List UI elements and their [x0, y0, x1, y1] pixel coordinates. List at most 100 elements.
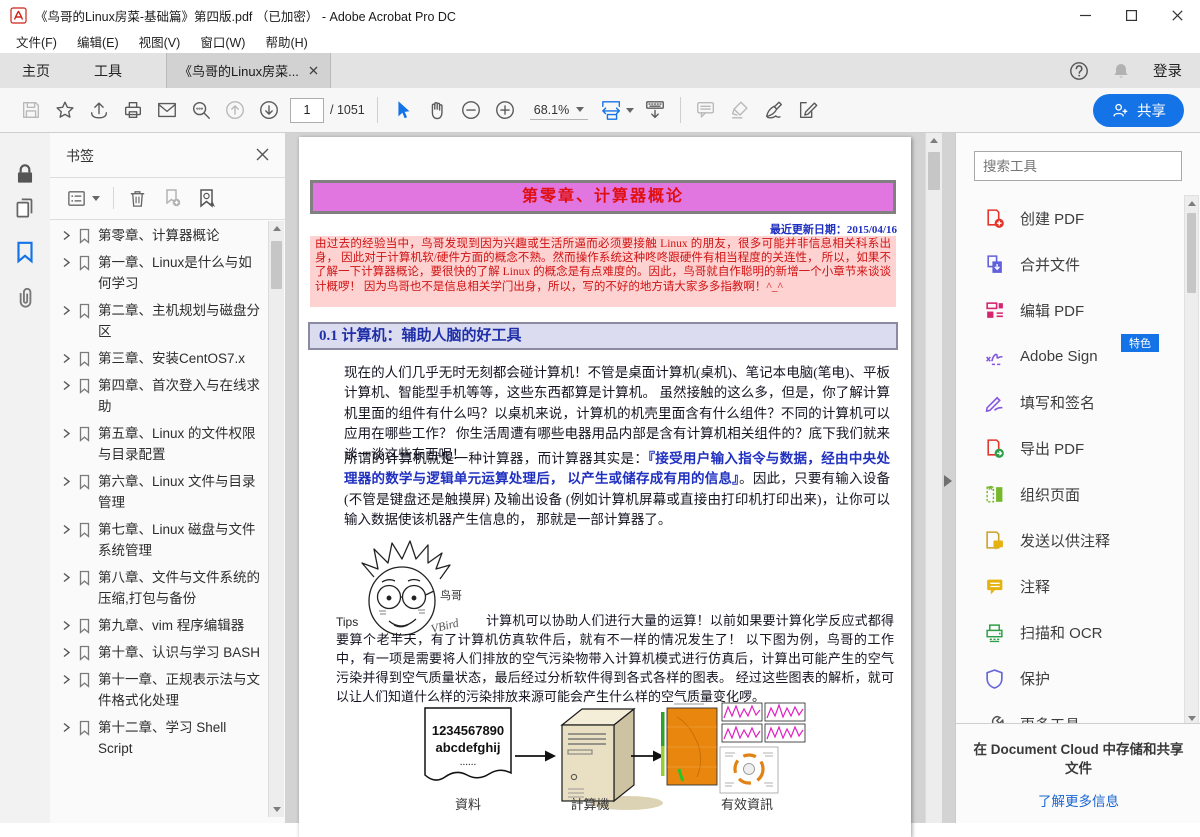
maximize-button[interactable]: [1108, 0, 1154, 30]
comment-tool-button[interactable]: [689, 93, 723, 127]
sign-in-button[interactable]: 登录: [1153, 60, 1182, 81]
print-button[interactable]: [116, 93, 150, 127]
chevron-right-icon[interactable]: [62, 674, 71, 685]
search-button[interactable]: [184, 93, 218, 127]
tool-edit-pdf[interactable]: 编辑 PDF 特色: [956, 287, 1185, 333]
scrollbar-thumb[interactable]: [271, 241, 282, 289]
reading-mode-button[interactable]: [638, 93, 672, 127]
bookmarks-scrollbar[interactable]: [268, 221, 284, 817]
add-bookmark-icon[interactable]: [161, 187, 183, 209]
tool-protect[interactable]: 保护: [956, 655, 1185, 701]
tool-export-pdf[interactable]: 导出 PDF: [956, 425, 1185, 471]
attachments-button[interactable]: [12, 285, 38, 311]
scroll-up-arrow[interactable]: [273, 226, 281, 231]
chevron-right-icon[interactable]: [62, 476, 71, 487]
share-document-button[interactable]: [82, 93, 116, 127]
bookmark-icon: [77, 570, 92, 586]
bookmark-item[interactable]: 第五章、Linux 的文件权限与目录配置: [62, 423, 265, 465]
bookmark-item[interactable]: 第三章、安装CentOS7.x: [62, 348, 265, 369]
chevron-right-icon[interactable]: [62, 380, 71, 391]
menu-window[interactable]: 窗口(W): [190, 32, 255, 51]
bookmark-item[interactable]: 第一章、Linux是什么与如何学习: [62, 252, 265, 294]
sign-tool-button[interactable]: [757, 93, 791, 127]
tool-adobe-sign[interactable]: 特色 Adobe Sign: [956, 333, 1185, 379]
bookmark-item[interactable]: 第九章、vim 程序编辑器: [62, 615, 265, 636]
collapse-tools-panel-arrow[interactable]: [944, 475, 952, 487]
zoom-in-button[interactable]: [488, 93, 522, 127]
share-button[interactable]: 共享: [1093, 94, 1184, 127]
bookmark-item[interactable]: 第四章、首次登入与在线求助: [62, 375, 265, 417]
delete-bookmark-trash-icon[interactable]: [127, 188, 148, 209]
page-thumbnails-button[interactable]: [12, 195, 38, 221]
document-viewport[interactable]: 第零章、计算器概论 最近更新日期：2015/04/16 由过去的经验当中，鸟哥发…: [285, 133, 955, 823]
select-tool-button[interactable]: [386, 93, 420, 127]
favorite-star-button[interactable]: [48, 93, 82, 127]
bookmark-item[interactable]: 第六章、Linux 文件与目录管理: [62, 471, 265, 513]
hand-tool-button[interactable]: [420, 93, 454, 127]
document-scrollbar[interactable]: [925, 133, 942, 823]
chevron-right-icon[interactable]: [62, 230, 71, 241]
tool-create-pdf[interactable]: 创建 PDF: [956, 195, 1185, 241]
help-icon[interactable]: [1069, 61, 1089, 81]
scroll-up-arrow[interactable]: [1188, 201, 1196, 206]
tool-send-for-comments[interactable]: 发送以供注释: [956, 517, 1185, 563]
fill-sign-tool-button[interactable]: [791, 93, 825, 127]
bookmark-item[interactable]: 第十二章、学习 Shell Script: [62, 717, 265, 759]
find-current-bookmark-icon[interactable]: [196, 187, 218, 209]
email-button[interactable]: [150, 93, 184, 127]
menu-help[interactable]: 帮助(H): [255, 32, 317, 51]
tools-scrollbar[interactable]: [1184, 195, 1199, 727]
zoom-out-button[interactable]: [454, 93, 488, 127]
notifications-bell-icon[interactable]: [1111, 61, 1131, 81]
tool-organize-pages[interactable]: 组织页面: [956, 471, 1185, 517]
save-button[interactable]: [14, 93, 48, 127]
fit-width-button[interactable]: [596, 93, 638, 127]
tool-label: 编辑 PDF: [1020, 300, 1084, 321]
tool-fill-sign[interactable]: 填写和签名: [956, 379, 1185, 425]
bookmark-item[interactable]: 第二章、主机规划与磁盘分区: [62, 300, 265, 342]
menu-file[interactable]: 文件(F): [6, 32, 67, 51]
scroll-down-arrow[interactable]: [1188, 716, 1196, 721]
bookmark-item[interactable]: 第零章、计算器概论: [62, 225, 265, 246]
previous-page-button[interactable]: [218, 93, 252, 127]
menu-view[interactable]: 视图(V): [129, 32, 191, 51]
chevron-right-icon[interactable]: [62, 572, 71, 583]
scrollbar-thumb[interactable]: [1187, 213, 1196, 293]
tab-home[interactable]: 主页: [0, 53, 72, 88]
bookmarks-panel-button[interactable]: [12, 239, 38, 265]
minimize-button[interactable]: [1062, 0, 1108, 30]
zoom-level-select[interactable]: 68.1%: [530, 101, 588, 120]
tab-document[interactable]: 《鸟哥的Linux房菜...: [166, 53, 331, 88]
close-panel-icon[interactable]: [256, 148, 269, 161]
menu-edit[interactable]: 编辑(E): [67, 32, 129, 51]
close-button[interactable]: [1154, 0, 1200, 30]
chevron-right-icon[interactable]: [62, 722, 71, 733]
bookmark-item[interactable]: 第八章、文件与文件系统的压缩,打包与备份: [62, 567, 265, 609]
tool-scan-ocr[interactable]: 扫描和 OCR: [956, 609, 1185, 655]
close-tab-icon[interactable]: [309, 66, 318, 75]
search-tools-input[interactable]: [974, 151, 1182, 181]
page-total-label: / 1051: [330, 103, 365, 117]
tool-combine-files[interactable]: 合并文件: [956, 241, 1185, 287]
tool-comment[interactable]: 注释: [956, 563, 1185, 609]
highlight-tool-button[interactable]: [723, 93, 757, 127]
chevron-right-icon[interactable]: [62, 353, 71, 364]
security-settings-button[interactable]: [12, 161, 38, 187]
tab-tools[interactable]: 工具: [72, 53, 144, 88]
bookmark-item[interactable]: 第十一章、正规表示法与文件格式化处理: [62, 669, 265, 711]
chevron-right-icon[interactable]: [62, 257, 71, 268]
chevron-right-icon[interactable]: [62, 647, 71, 658]
bookmark-item[interactable]: 第十章、认识与学习 BASH: [62, 642, 265, 663]
scroll-up-arrow[interactable]: [930, 138, 938, 143]
scroll-down-arrow[interactable]: [273, 807, 281, 812]
bookmark-item[interactable]: 第七章、Linux 磁盘与文件系统管理: [62, 519, 265, 561]
chevron-right-icon[interactable]: [62, 305, 71, 316]
scrollbar-thumb[interactable]: [928, 152, 940, 190]
page-number-input[interactable]: [290, 98, 324, 123]
chevron-right-icon[interactable]: [62, 620, 71, 631]
chevron-right-icon[interactable]: [62, 428, 71, 439]
next-page-button[interactable]: [252, 93, 286, 127]
chevron-right-icon[interactable]: [62, 524, 71, 535]
bookmark-options-button[interactable]: [66, 188, 100, 209]
learn-more-link[interactable]: 了解更多信息: [956, 790, 1200, 810]
